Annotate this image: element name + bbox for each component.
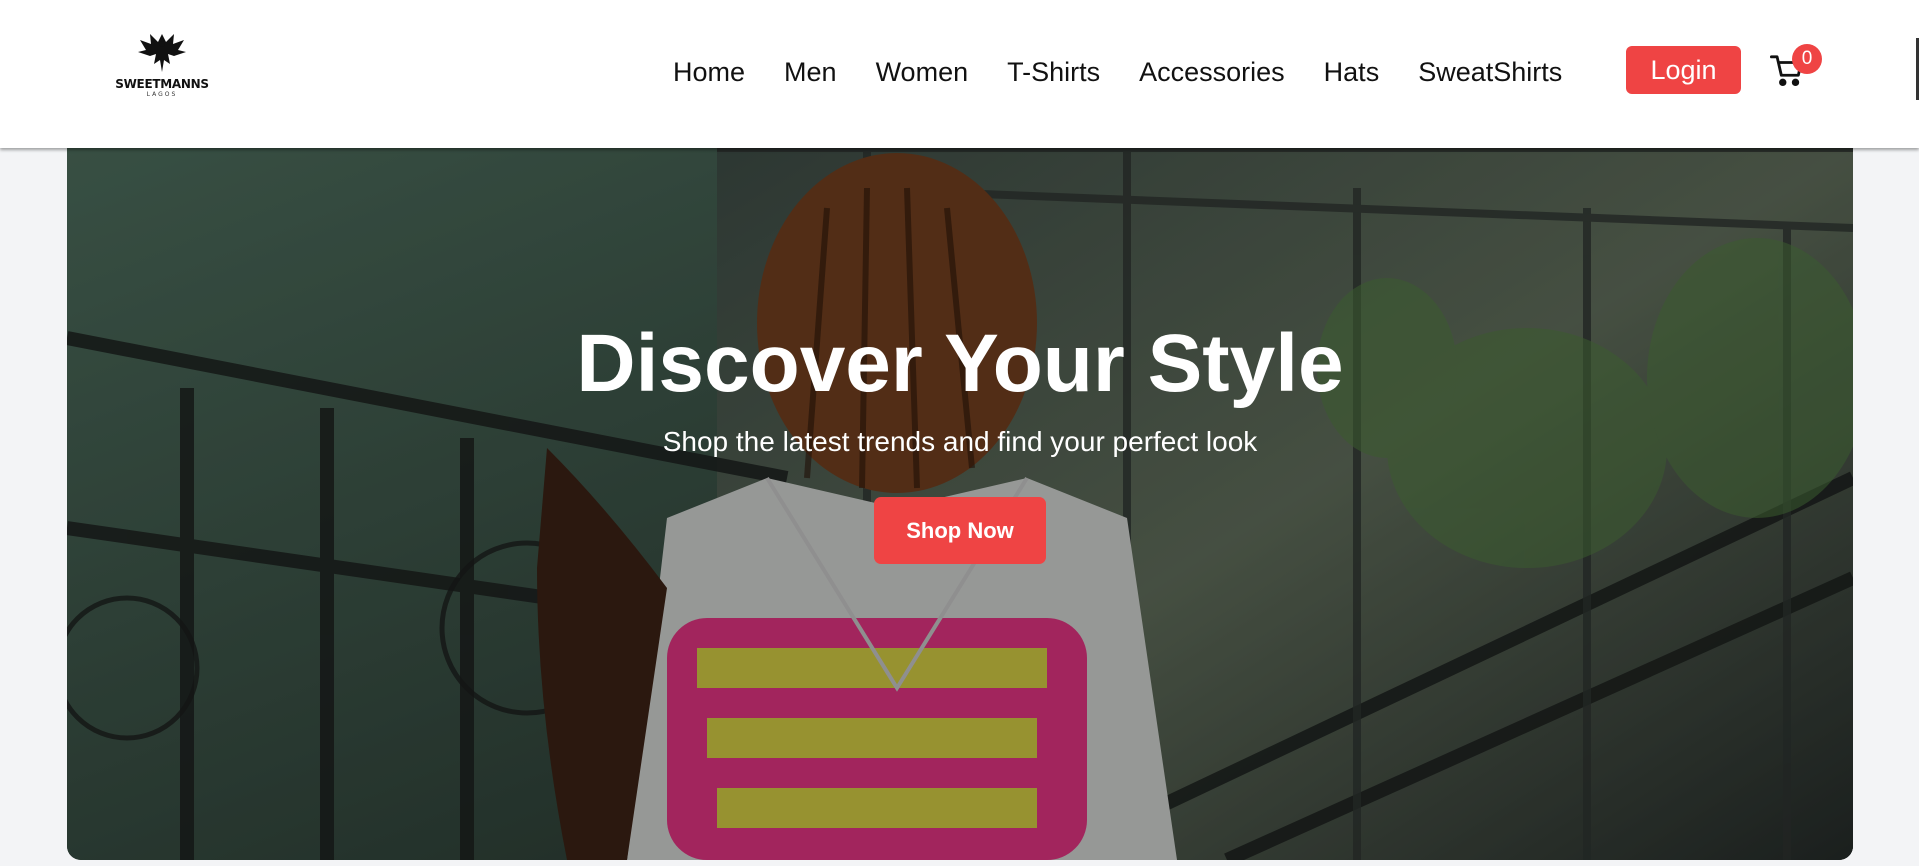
nav-item-home[interactable]: Home	[673, 52, 745, 92]
shop-now-button[interactable]: Shop Now	[874, 497, 1046, 564]
nav-item-accessories[interactable]: Accessories	[1139, 52, 1285, 92]
hero-banner: Discover Your Style Shop the latest tren…	[67, 148, 1853, 860]
login-button[interactable]: Login	[1626, 46, 1741, 94]
phoenix-icon	[138, 34, 186, 72]
site-header: SWEETMANNS LAGOS Home Men Women T-Shirts…	[0, 0, 1919, 148]
nav-item-sweatshirts[interactable]: SweatShirts	[1418, 52, 1562, 92]
nav-item-women[interactable]: Women	[876, 52, 969, 92]
brand-logo[interactable]: SWEETMANNS LAGOS	[112, 30, 212, 102]
brand-tagline: LAGOS	[146, 91, 178, 98]
cart-count-badge: 0	[1792, 44, 1822, 74]
hero-title: Discover Your Style	[576, 318, 1344, 409]
main-nav: Home Men Women T-Shirts Accessories Hats…	[673, 52, 1601, 92]
nav-item-tshirts[interactable]: T-Shirts	[1007, 52, 1100, 92]
cart-button[interactable]: 0	[1766, 44, 1822, 94]
nav-item-men[interactable]: Men	[784, 52, 837, 92]
hero-subtitle: Shop the latest trends and find your per…	[662, 426, 1258, 457]
brand-name: SWEETMANNS	[115, 77, 209, 91]
nav-item-hats[interactable]: Hats	[1324, 52, 1380, 92]
